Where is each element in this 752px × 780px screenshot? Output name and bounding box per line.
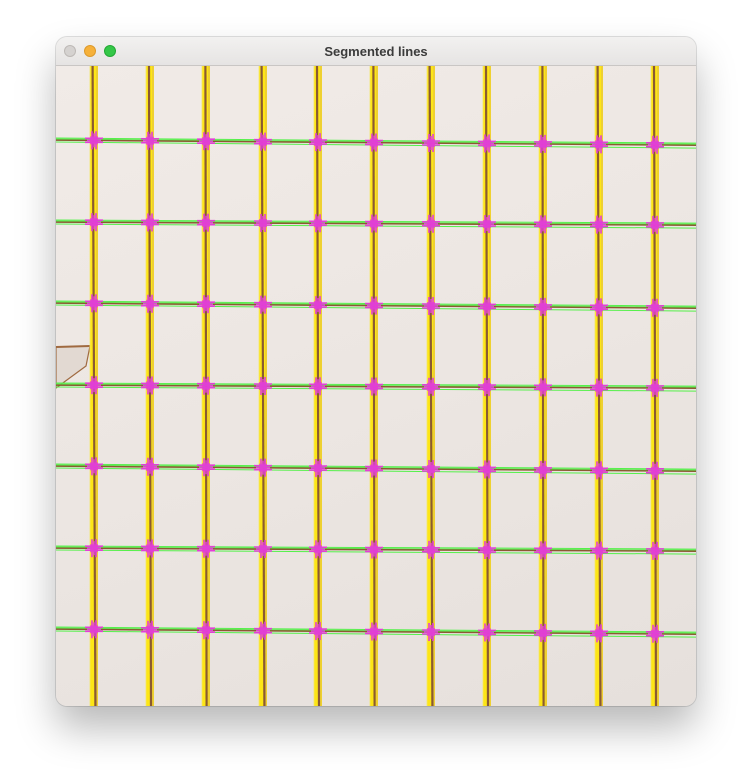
intersection-marker <box>197 132 215 151</box>
intersection-marker <box>365 459 383 478</box>
intersection-marker <box>590 624 608 643</box>
intersection-marker <box>365 622 383 641</box>
intersection-marker <box>141 620 159 639</box>
intersection-marker <box>478 297 496 316</box>
intersection-marker <box>309 459 327 478</box>
intersection-marker <box>646 215 664 234</box>
intersection-marker <box>85 376 103 395</box>
intersection-marker <box>141 294 159 313</box>
intersection-marker <box>590 378 608 397</box>
intersection-marker <box>365 214 383 233</box>
intersection-marker <box>422 134 440 152</box>
plank-fragment <box>56 345 91 389</box>
intersection-marker <box>534 297 552 316</box>
intersection-marker <box>254 213 272 232</box>
intersection-marker <box>590 298 608 317</box>
intersection-marker <box>646 298 664 317</box>
intersection-marker <box>85 131 103 150</box>
intersection-marker <box>478 623 496 642</box>
intersection-marker <box>422 297 440 315</box>
intersection-marker <box>141 376 159 395</box>
intersection-marker <box>85 294 103 313</box>
intersection-marker <box>534 623 552 642</box>
intersection-marker <box>646 461 664 480</box>
intersection-marker <box>365 296 383 315</box>
window-title: Segmented lines <box>324 44 428 59</box>
intersection-marker <box>646 135 664 154</box>
intersection-marker <box>197 621 215 640</box>
segmented-lines-image <box>56 66 696 706</box>
intersection-marker <box>141 457 159 476</box>
intersection-marker <box>590 135 608 154</box>
intersection-marker <box>254 621 272 640</box>
intersection-marker <box>141 131 159 150</box>
intersection-marker <box>646 378 664 397</box>
intersection-marker <box>534 215 552 234</box>
intersection-marker <box>309 296 327 315</box>
image-canvas <box>56 66 696 706</box>
intersection-marker <box>197 458 215 477</box>
title-bar[interactable]: Segmented lines <box>56 37 696 66</box>
intersection-marker <box>478 378 496 397</box>
intersection-marker <box>197 213 215 232</box>
intersection-marker <box>141 213 159 232</box>
intersection-marker <box>141 539 159 558</box>
intersection-marker <box>534 134 552 153</box>
intersection-marker <box>534 378 552 397</box>
intersection-marker <box>254 132 272 151</box>
intersection-marker <box>254 295 272 314</box>
intersection-marker <box>254 376 272 395</box>
intersection-marker <box>365 540 383 559</box>
intersection-marker <box>646 624 664 643</box>
intersection-marker <box>478 215 496 234</box>
intersection-marker <box>478 541 496 560</box>
intersection-marker <box>85 213 103 232</box>
intersection-marker <box>422 460 440 478</box>
intersection-marker <box>309 133 327 152</box>
intersection-marker <box>646 541 664 560</box>
intersection-marker <box>309 377 327 396</box>
intersection-marker <box>478 134 496 153</box>
intersection-marker <box>197 539 215 558</box>
intersection-marker <box>254 539 272 558</box>
intersection-marker <box>85 620 103 639</box>
intersection-marker <box>254 458 272 477</box>
intersection-marker <box>478 460 496 479</box>
plank-edge <box>56 345 91 348</box>
intersection-marker <box>365 133 383 152</box>
intersection-marker <box>590 215 608 234</box>
intersection-marker <box>590 541 608 560</box>
intersection-marker <box>365 377 383 396</box>
intersection-marker <box>197 295 215 314</box>
intersection-marker <box>197 376 215 395</box>
intersection-marker <box>85 457 103 476</box>
intersection-marker <box>422 623 440 641</box>
intersection-marker <box>534 541 552 560</box>
intersection-marker <box>309 214 327 233</box>
app-window: Segmented lines <box>56 37 696 706</box>
intersection-marker <box>422 214 440 233</box>
intersection-marker <box>309 540 327 559</box>
intersection-marker <box>590 461 608 480</box>
intersection-marker <box>85 539 103 558</box>
intersection-marker <box>534 460 552 479</box>
intersection-marker <box>422 377 440 396</box>
intersection-marker <box>309 622 327 641</box>
intersection-marker <box>422 540 440 559</box>
